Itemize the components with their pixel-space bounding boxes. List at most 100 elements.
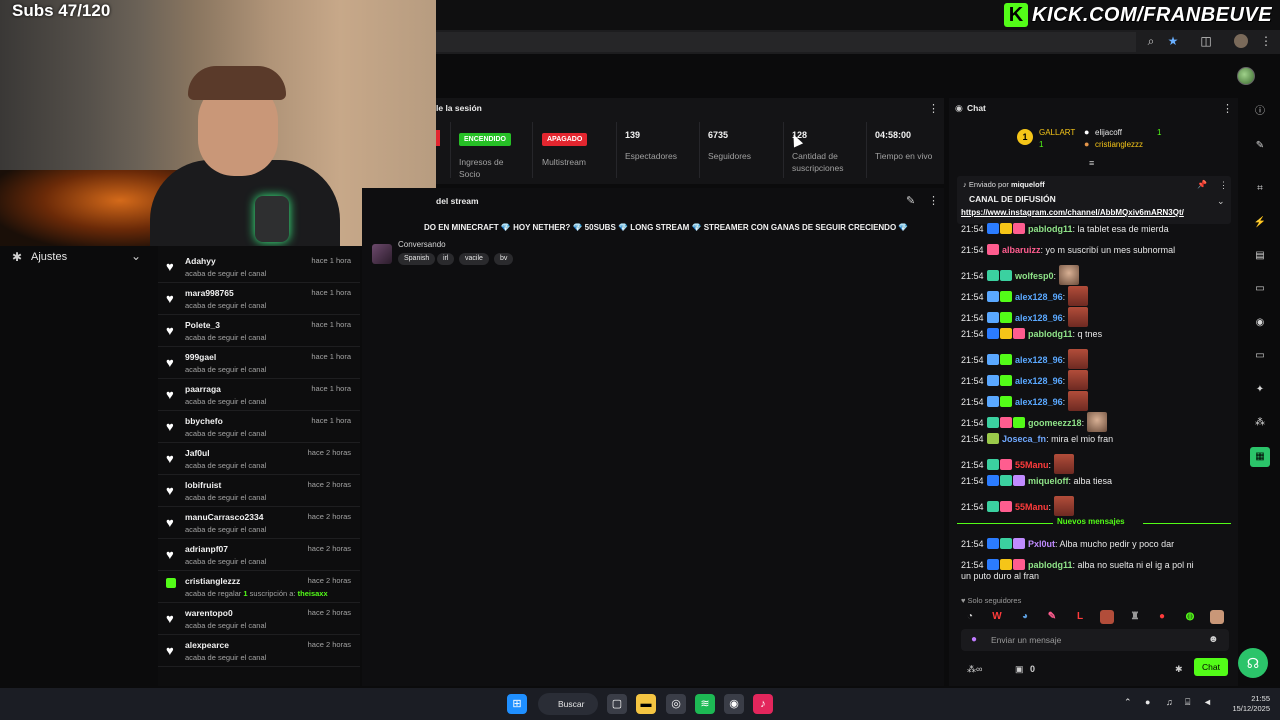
file-explorer-icon[interactable]: ▬ bbox=[636, 694, 656, 714]
browser-menu-icon[interactable]: ⋮ bbox=[1259, 34, 1273, 48]
emote-icon[interactable]: ♜ bbox=[1128, 610, 1142, 624]
monitor-icon[interactable]: ▭ bbox=[1250, 346, 1270, 366]
support-headset-button[interactable]: ☊ bbox=[1238, 648, 1268, 678]
pinned-by-user[interactable]: miqueloff bbox=[1011, 180, 1045, 189]
tiktok-icon[interactable]: ♪ bbox=[753, 694, 773, 714]
users-icon[interactable]: ⁂∞ bbox=[967, 664, 982, 675]
tray-chevron-icon[interactable]: ⌃ bbox=[1124, 697, 1132, 708]
address-bar[interactable] bbox=[436, 32, 1136, 52]
message-username[interactable]: alex128_96 bbox=[1013, 313, 1063, 323]
feed-username[interactable]: cristianglezzz bbox=[185, 576, 240, 586]
gift-target[interactable]: theisaxx bbox=[298, 589, 328, 598]
document-icon[interactable]: ▤ bbox=[1250, 246, 1270, 266]
trash-icon[interactable]: ▣ bbox=[1015, 664, 1024, 675]
message-username[interactable]: goomeezz18 bbox=[1026, 418, 1082, 428]
feed-username[interactable]: Adahyy bbox=[185, 256, 216, 266]
feed-username[interactable]: paarraga bbox=[185, 384, 221, 394]
chat-menu-icon[interactable]: ⋮ bbox=[1222, 102, 1233, 115]
message-username[interactable]: Pxl0ut bbox=[1026, 539, 1055, 549]
emote-icon[interactable]: ◔ bbox=[963, 610, 977, 624]
stream-menu-icon[interactable]: ⋮ bbox=[928, 194, 939, 207]
emote-icon[interactable]: L bbox=[1073, 610, 1087, 624]
stream-category[interactable]: Conversando bbox=[398, 240, 446, 249]
crop-icon[interactable]: ⌗ bbox=[1250, 179, 1270, 199]
collapse-handle-icon[interactable]: ≡ bbox=[1089, 158, 1094, 168]
leader-first[interactable]: GALLART bbox=[1039, 128, 1075, 137]
emote-icon[interactable]: ● bbox=[1155, 610, 1169, 624]
feed-username[interactable]: alexpearce bbox=[185, 640, 229, 650]
leader-third[interactable]: cristianglezzz bbox=[1095, 140, 1143, 149]
message-username[interactable]: alex128_96 bbox=[1013, 397, 1063, 407]
kick-app-icon[interactable]: ▦ bbox=[1250, 447, 1270, 467]
volume-icon[interactable]: ◄ bbox=[1203, 697, 1212, 707]
pencil-icon[interactable]: ✎ bbox=[1250, 136, 1270, 156]
settings-icon[interactable]: ✱ bbox=[1175, 664, 1183, 675]
broadcast-icon[interactable]: ◉ bbox=[1250, 313, 1270, 333]
user-avatar[interactable] bbox=[1237, 67, 1255, 85]
info-icon[interactable]: ⓘ bbox=[1250, 102, 1270, 122]
taskbar-search[interactable]: Buscar bbox=[538, 693, 598, 715]
chat-icon[interactable]: ▭ bbox=[1250, 279, 1270, 299]
message-username[interactable]: 55Manu bbox=[1013, 460, 1049, 470]
message-username[interactable]: pablodg11 bbox=[1026, 224, 1073, 234]
message-username[interactable]: alex128_96 bbox=[1013, 355, 1063, 365]
send-chat-button[interactable]: Chat bbox=[1194, 658, 1228, 676]
taskbar-clock[interactable]: 21:55 15/12/2025 bbox=[1228, 694, 1270, 714]
emote-icon[interactable]: ◍ bbox=[1183, 610, 1197, 624]
microphone-icon[interactable]: ♫ bbox=[1166, 697, 1173, 707]
feed-username[interactable]: manuCarrasco2334 bbox=[185, 512, 263, 522]
tray-app-icon[interactable]: ● bbox=[1145, 697, 1150, 707]
stream-tag[interactable]: vacile bbox=[459, 253, 489, 265]
stream-tag[interactable]: irl bbox=[437, 253, 455, 265]
stream-tag[interactable]: Spanish bbox=[398, 253, 436, 265]
partner-status-badge[interactable]: ENCENDIDO bbox=[459, 133, 512, 146]
message-username[interactable]: wolfesp0 bbox=[1013, 271, 1054, 281]
settings-toggle[interactable]: ✱ Ajustes ⌄ bbox=[0, 246, 155, 270]
mic-icon[interactable]: ● bbox=[971, 634, 977, 645]
feed-username[interactable]: mara998765 bbox=[185, 288, 234, 298]
feed-username[interactable]: lobifruist bbox=[185, 480, 221, 490]
network-icon[interactable]: ⌸ bbox=[1185, 697, 1190, 708]
profile-avatar-icon[interactable] bbox=[1234, 34, 1248, 48]
emote-icon[interactable]: W bbox=[990, 610, 1004, 624]
activity-feed[interactable]: ♥ Adahyy acaba de seguir el canal hace 1… bbox=[158, 246, 360, 686]
stream-tag[interactable]: bv bbox=[494, 253, 514, 265]
message-username[interactable]: Joseca_fn bbox=[1000, 434, 1046, 444]
feed-username[interactable]: adrianpf07 bbox=[185, 544, 228, 554]
feed-username[interactable]: 999gael bbox=[185, 352, 216, 362]
chevron-down-icon[interactable]: ⌄ bbox=[1217, 196, 1225, 207]
windows-start-icon[interactable]: ⊞ bbox=[507, 694, 527, 714]
group-icon[interactable]: ⁂ bbox=[1250, 413, 1270, 433]
task-view-icon[interactable]: ▢ bbox=[607, 694, 627, 714]
emote-icon[interactable] bbox=[1210, 610, 1224, 624]
leader-second[interactable]: elijacoff bbox=[1095, 128, 1122, 137]
app-icon[interactable]: ◎ bbox=[666, 694, 686, 714]
message-username[interactable]: pablodg11 bbox=[1026, 329, 1073, 339]
message-username[interactable]: alex128_96 bbox=[1013, 292, 1063, 302]
pinned-link[interactable]: https://www.instagram.com/channel/AbbMQx… bbox=[961, 208, 1184, 217]
multistream-status-badge[interactable]: APAGADO bbox=[542, 133, 588, 146]
feed-username[interactable]: Polete_3 bbox=[185, 320, 220, 330]
emoji-picker-icon[interactable]: ☻ bbox=[1208, 634, 1219, 645]
pinned-menu-icon[interactable]: ⋮ bbox=[1219, 180, 1228, 191]
message-username[interactable]: alex128_96 bbox=[1013, 376, 1063, 386]
feed-username[interactable]: bbychefo bbox=[185, 416, 223, 426]
bookmark-star-icon[interactable]: ★ bbox=[1166, 34, 1180, 48]
lightning-icon[interactable]: ⚡ bbox=[1250, 213, 1270, 233]
message-username[interactable]: 55Manu bbox=[1013, 502, 1049, 512]
message-username[interactable]: albaruizz bbox=[1000, 245, 1041, 255]
chrome-icon[interactable]: ◉ bbox=[724, 694, 744, 714]
edit-icon[interactable]: ✎ bbox=[906, 194, 915, 207]
emote-icon[interactable]: ◕ bbox=[1018, 610, 1032, 624]
message-username[interactable]: pablodg11 bbox=[1026, 560, 1073, 570]
feed-username[interactable]: Jaf0ul bbox=[185, 448, 210, 458]
chat-message-input[interactable] bbox=[961, 629, 1229, 651]
emote-icon[interactable]: ✎ bbox=[1045, 610, 1059, 624]
message-username[interactable]: miqueloff bbox=[1026, 476, 1069, 486]
session-menu-icon[interactable]: ⋮ bbox=[928, 102, 939, 115]
spotify-icon[interactable]: ≋ bbox=[695, 694, 715, 714]
wrench-icon[interactable]: ✦ bbox=[1250, 380, 1270, 400]
zoom-icon[interactable]: ⌕ bbox=[1144, 34, 1158, 48]
feed-username[interactable]: warentopo0 bbox=[185, 608, 233, 618]
emote-icon[interactable] bbox=[1100, 610, 1114, 624]
